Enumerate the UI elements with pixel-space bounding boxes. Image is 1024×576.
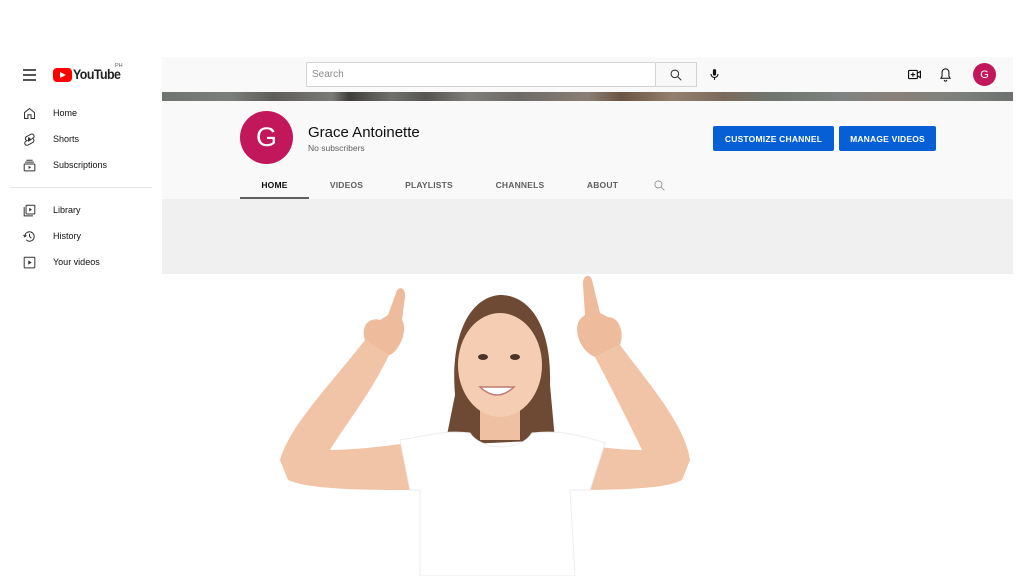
create-video-icon — [908, 69, 921, 80]
youtube-play-icon — [53, 67, 72, 82]
voice-search-button[interactable] — [702, 62, 727, 87]
channel-name: Grace Antoinette — [308, 124, 420, 141]
channel-content-area — [162, 199, 1013, 274]
sidebar-item-label: Library — [53, 205, 81, 215]
shorts-icon — [24, 133, 35, 146]
library-icon — [23, 204, 36, 217]
create-button[interactable] — [906, 66, 923, 83]
tab-videos[interactable]: VIDEOS — [309, 171, 384, 199]
subscriptions-icon — [23, 159, 36, 172]
sidebar-item-label: History — [53, 231, 82, 241]
tab-home[interactable]: HOME — [240, 171, 309, 199]
sidebar-item-home[interactable]: Home — [0, 100, 162, 126]
manage-videos-button[interactable]: MANAGE VIDEOS — [839, 126, 936, 151]
search-button[interactable] — [656, 62, 697, 87]
logo-text: YouTube — [73, 67, 121, 82]
tab-about[interactable]: ABOUT — [566, 171, 639, 199]
microphone-icon — [710, 69, 719, 80]
face — [458, 313, 542, 417]
search-box — [306, 62, 656, 87]
customize-channel-button[interactable]: CUSTOMIZE CHANNEL — [713, 126, 834, 151]
woman-pointing-up-image — [280, 275, 690, 576]
white-tshirt — [399, 431, 606, 576]
your-videos-icon — [23, 256, 36, 269]
home-icon — [24, 107, 35, 119]
sidebar-item-history[interactable]: History — [0, 223, 162, 249]
tab-playlists[interactable]: PLAYLISTS — [384, 171, 474, 199]
bell-icon — [939, 68, 952, 82]
logo-country-code: PH — [115, 63, 123, 69]
subscriber-count: No subscribers — [308, 143, 365, 153]
tab-channels[interactable]: CHANNELS — [474, 171, 566, 199]
history-icon — [23, 231, 35, 242]
sidebar-item-your-videos[interactable]: Your videos — [0, 249, 162, 275]
account-avatar[interactable]: G — [973, 63, 996, 86]
top-bar: G — [162, 57, 1013, 92]
sidebar-item-label: Your videos — [53, 257, 100, 267]
sidebar-item-label: Subscriptions — [53, 160, 108, 170]
search-icon — [670, 69, 682, 81]
sidebar-item-library[interactable]: Library — [0, 197, 162, 223]
channel-tabs: HOME VIDEOS PLAYLISTS CHANNELS ABOUT — [240, 171, 679, 199]
channel-search-button[interactable] — [639, 171, 679, 199]
channel-banner — [162, 92, 1013, 101]
sidebar-item-shorts[interactable]: Shorts — [0, 126, 162, 152]
notifications-button[interactable] — [937, 66, 954, 83]
channel-avatar: G — [240, 111, 293, 164]
channel-header: G Grace Antoinette No subscribers CUSTOM… — [162, 101, 1013, 199]
sidebar: Home Shorts Subscriptions Library Histor… — [0, 100, 162, 275]
search-icon — [653, 179, 665, 191]
right-hand — [577, 275, 622, 357]
youtube-logo[interactable]: YouTube PH — [53, 63, 125, 82]
sidebar-divider — [10, 187, 152, 188]
sidebar-item-subscriptions[interactable]: Subscriptions — [0, 152, 162, 178]
sidebar-item-label: Home — [53, 108, 78, 118]
hamburger-menu-icon[interactable] — [23, 69, 36, 81]
masthead-left: YouTube PH — [0, 57, 162, 92]
sidebar-item-label: Shorts — [53, 134, 80, 144]
left-arm — [280, 340, 415, 490]
search-input[interactable] — [307, 63, 655, 86]
